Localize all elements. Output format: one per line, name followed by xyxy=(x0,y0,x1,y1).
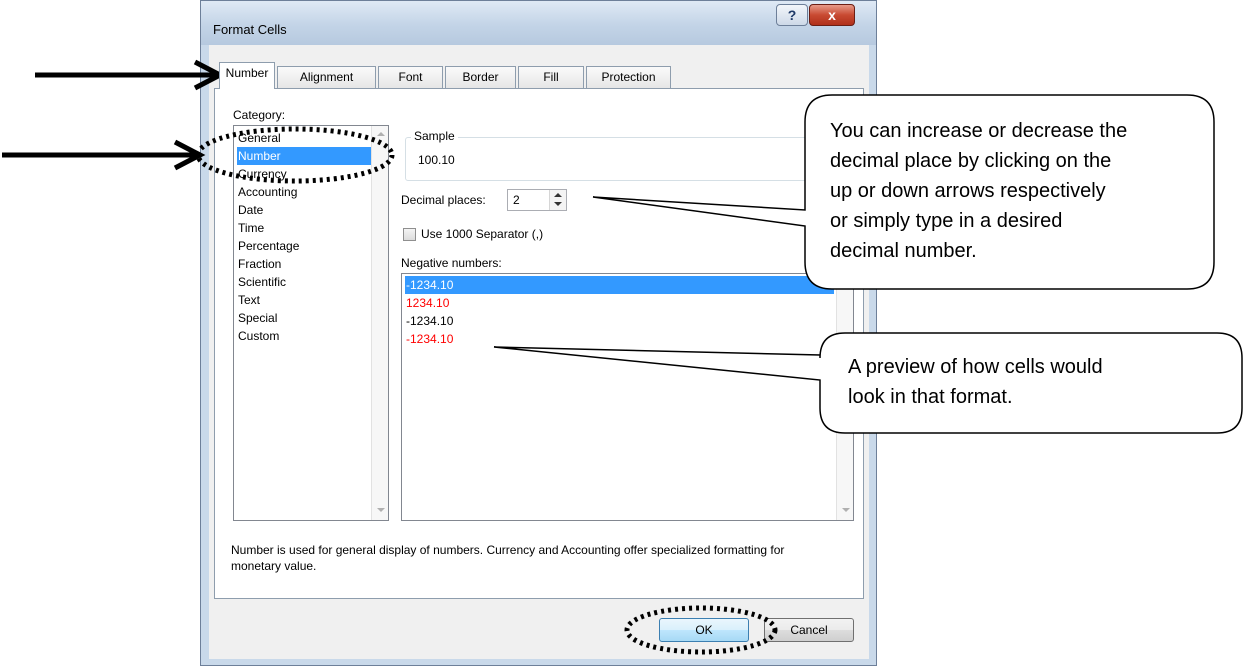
preview-callout-text: A preview of how cells would look in tha… xyxy=(848,352,1103,412)
callout-line: You can increase or decrease the xyxy=(830,120,1128,142)
tab-label: Number xyxy=(225,66,269,80)
arrow-to-number-tab xyxy=(35,59,226,91)
highlight-number-category xyxy=(195,126,395,184)
highlight-ok-button xyxy=(624,605,778,655)
callout-line: or simply type in a desired xyxy=(830,210,1063,232)
callout-line: look in that format. xyxy=(848,386,1013,408)
tab-number[interactable]: Number xyxy=(219,62,275,89)
arrow-to-number-category xyxy=(2,139,206,171)
callout-line: decimal place by clicking on the xyxy=(830,150,1112,172)
callout-line: up or down arrows respectively xyxy=(830,180,1106,202)
decimal-callout-text: You can increase or decrease the decimal… xyxy=(830,116,1127,266)
callout-line: A preview of how cells would xyxy=(848,356,1103,378)
annotation-overlay xyxy=(2,59,1243,655)
callout-line: decimal number. xyxy=(830,240,977,262)
